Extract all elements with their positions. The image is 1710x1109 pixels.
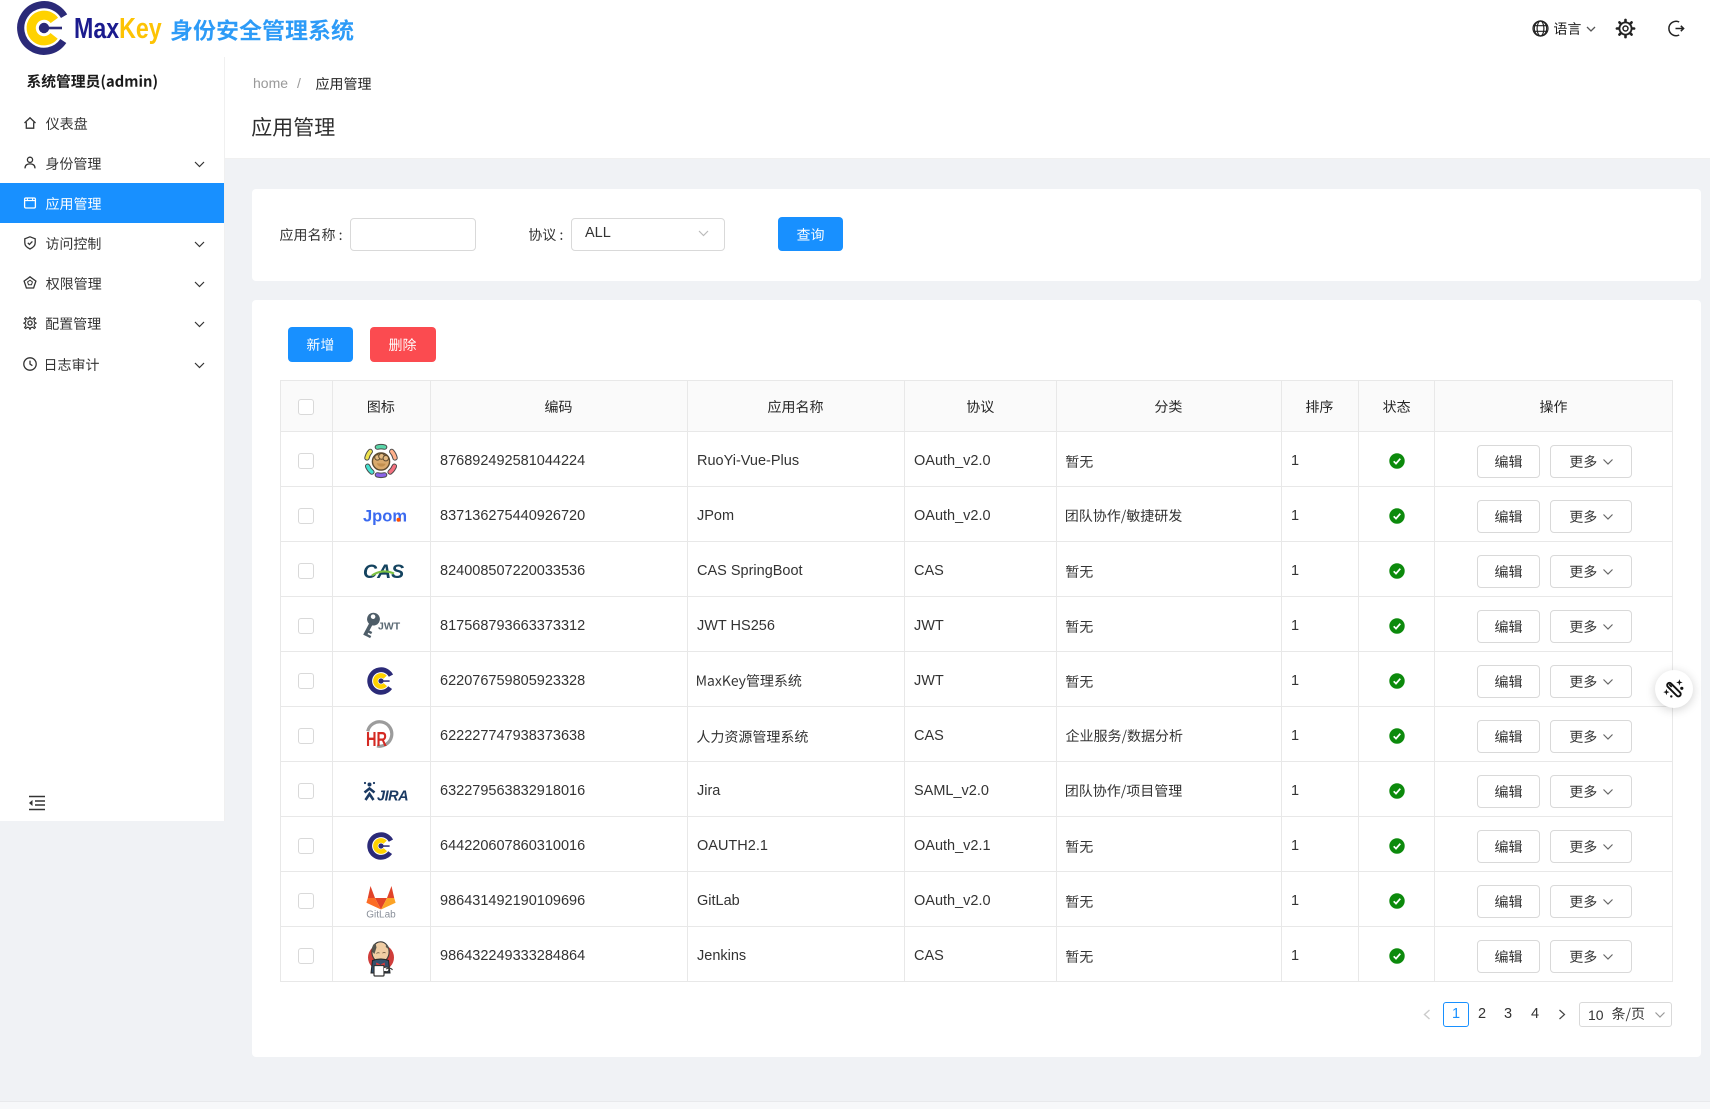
svg-text:GitLab: GitLab: [366, 910, 396, 921]
svg-text:JIRA: JIRA: [377, 789, 408, 805]
svg-text:HR: HR: [366, 729, 387, 751]
svg-text:JWT: JWT: [378, 621, 401, 633]
svg-text:Jpom: Jpom: [363, 508, 407, 526]
